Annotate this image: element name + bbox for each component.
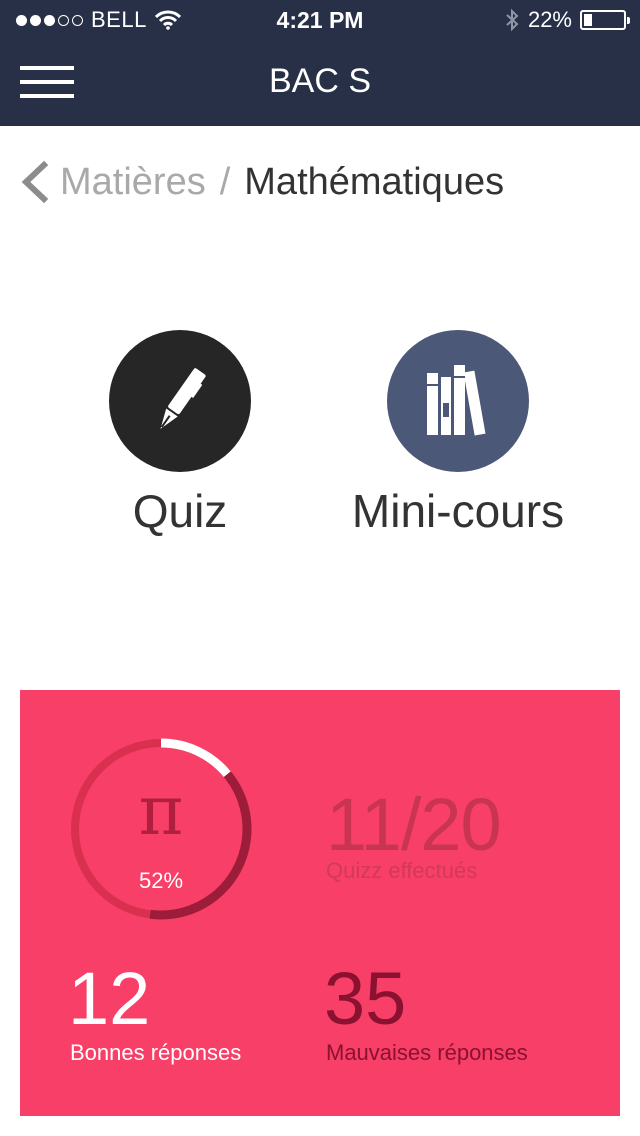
- mini-cours-icon-circle: [387, 330, 529, 472]
- mini-cours-button[interactable]: Mini-cours: [328, 330, 588, 538]
- wrong-answers-label: Mauvaises réponses: [326, 1040, 528, 1065]
- page-title: BAC S: [268, 62, 372, 100]
- books-icon: [427, 365, 486, 436]
- quiz-icon-circle: [109, 330, 251, 472]
- status-bar: BELL 4:21 PM 22%: [0, 0, 640, 40]
- progress-percent: 52%: [138, 868, 184, 893]
- pi-icon: π: [138, 772, 184, 851]
- progress-ring-highlight-arc: [160, 738, 231, 778]
- correct-answers-value: 12: [68, 957, 151, 1040]
- breadcrumb-separator: /: [219, 160, 231, 203]
- quiz-label: Quiz: [132, 485, 228, 537]
- breadcrumb-current: Mathématiques: [244, 160, 505, 203]
- battery-fill: [584, 14, 592, 26]
- breadcrumb: Matières / Mathématiques: [18, 160, 504, 204]
- battery-icon: [580, 10, 630, 30]
- mini-cours-label: Mini-cours: [351, 485, 565, 537]
- battery-percent: 22%: [527, 7, 572, 32]
- quizzes-done-label: Quizz effectués: [326, 858, 478, 883]
- top-bar: BELL 4:21 PM 22% BAC S: [0, 0, 640, 126]
- chevron-left-icon[interactable]: [18, 160, 52, 204]
- breadcrumb-parent-link[interactable]: Matières: [60, 161, 206, 204]
- bluetooth-icon: [506, 8, 519, 32]
- wrong-answers-value: 35: [324, 957, 407, 1040]
- status-right: 22%: [504, 7, 630, 33]
- progress-ring: π 52%: [66, 734, 256, 924]
- pen-icon: [160, 368, 206, 429]
- correct-answers-label: Bonnes réponses: [70, 1040, 242, 1065]
- quizzes-done-value: 11/20: [326, 783, 502, 866]
- stats-panel: π 52% 11/20 Quizz effectués 12 Bonnes ré…: [20, 690, 620, 1116]
- quiz-button[interactable]: Quiz: [50, 330, 310, 538]
